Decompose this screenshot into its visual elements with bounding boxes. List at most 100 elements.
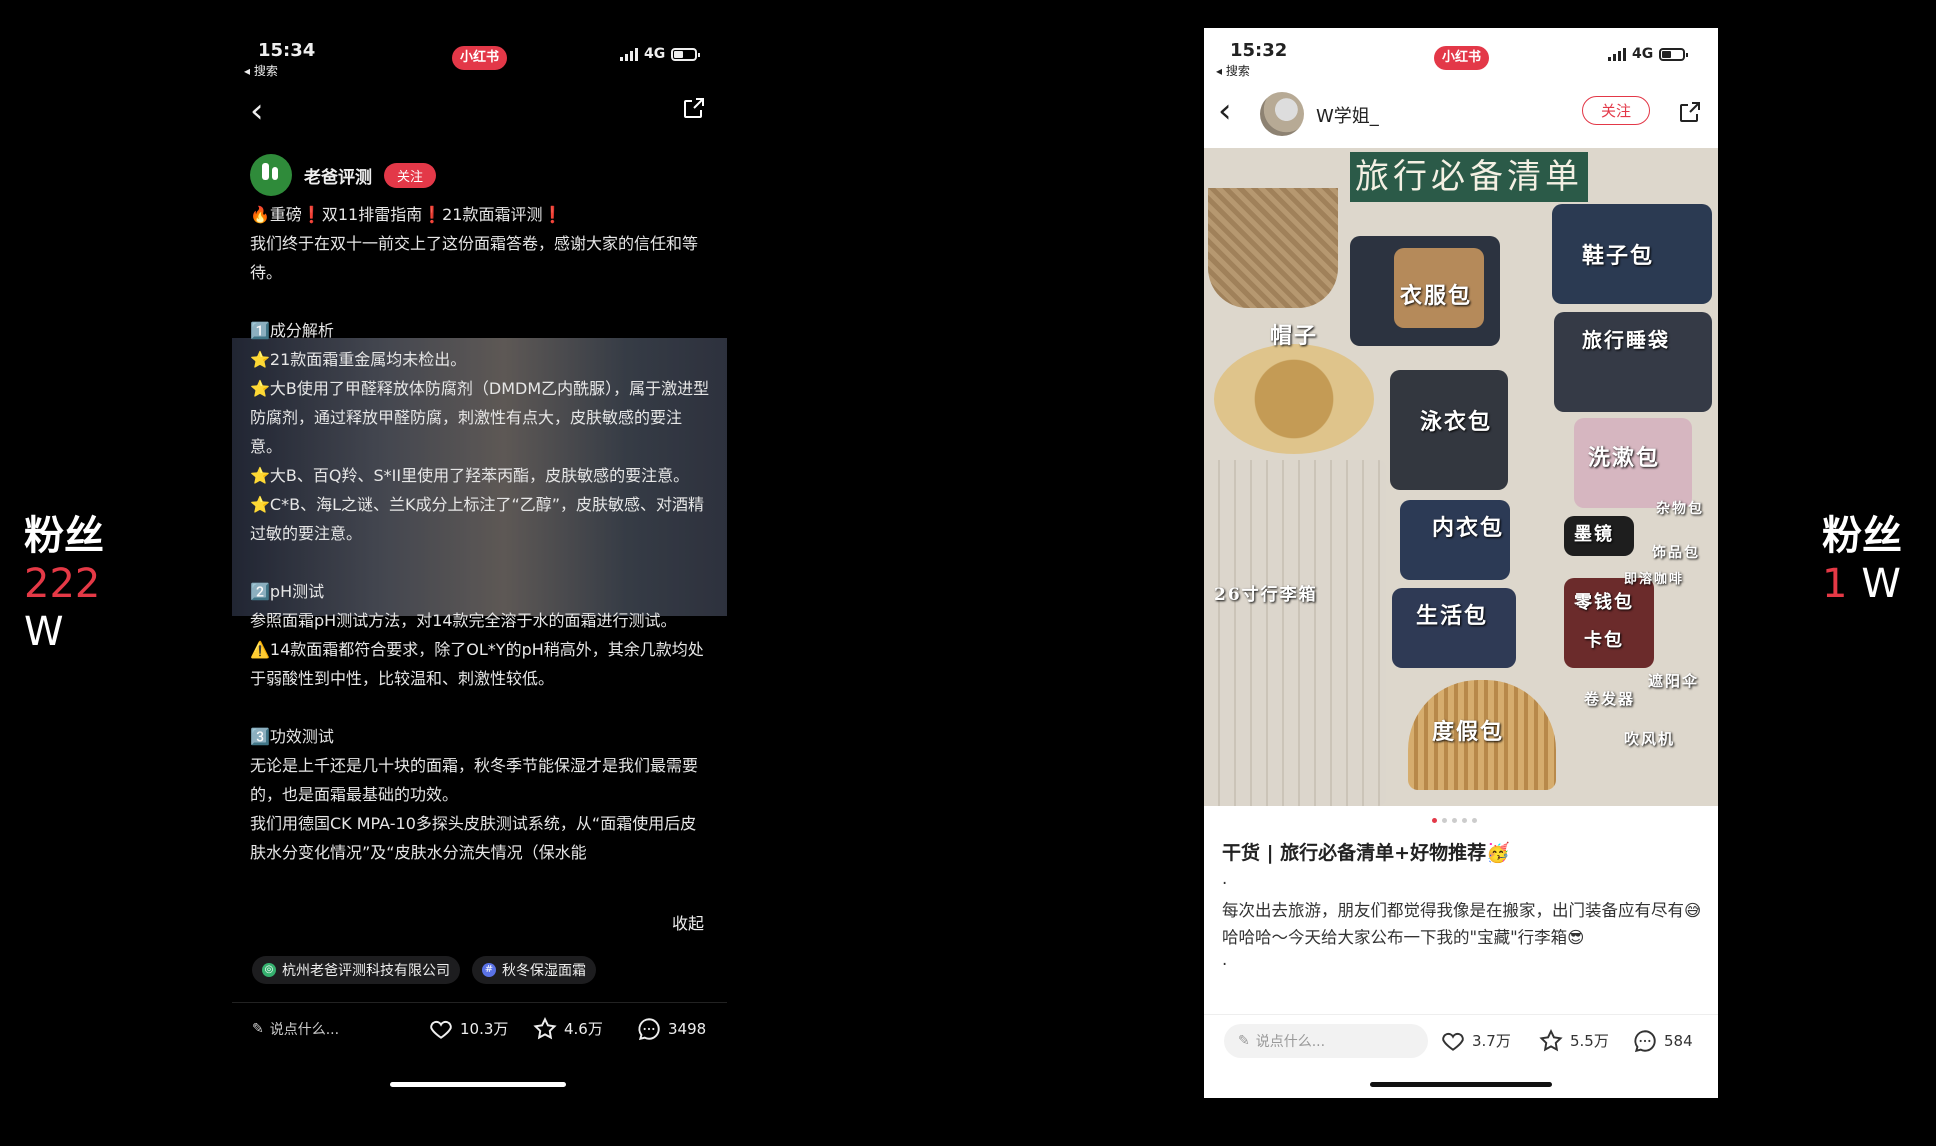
content-line: ⭐大B使用了甲醛释放体防腐剂（DMDM乙内酰脲），属于激进型防腐剂，通过释放甲醛… [250,379,710,456]
like-button[interactable]: 10.3万 [428,1016,508,1042]
tag-label: 杭州老爸评测科技有限公司 [282,963,450,979]
fans-unit: W [24,609,64,655]
carousel-dot [1442,818,1447,823]
cover-label: 洗漱包 [1588,445,1661,471]
follow-button[interactable]: 关注 [1582,96,1651,125]
collect-button[interactable]: 4.6万 [532,1016,603,1042]
author-name[interactable]: 老爸评测 [304,163,372,188]
right-fans-caption: 粉丝 1 W [1822,512,1902,608]
cover-label: 零钱包 [1574,592,1634,613]
pencil-icon: ✎ [252,1020,264,1037]
cover-title: 旅行必备清单 [1350,152,1588,202]
network-status: 4G [1608,46,1689,62]
comment-count: 584 [1664,1031,1693,1050]
status-time: 15:34 [258,40,316,61]
follow-button[interactable]: 关注 [384,162,437,188]
content-line: 3️⃣功效测试 [250,727,334,746]
avatar[interactable] [250,154,292,196]
content-line: 🔥重磅❗双11排雷指南❗21款面霜评测❗ [250,205,563,224]
content-line: ⭐21款面霜重金属均未检出。 [250,350,467,369]
fans-number: 222 [24,561,101,607]
comment-input[interactable]: ✎ 说点什么... [1224,1023,1428,1058]
cover-label: 墨镜 [1574,524,1614,545]
author-row: 老爸评测 关注 [250,154,437,196]
network-type: 4G [644,46,666,62]
content-line: 1️⃣成分解析 [250,321,334,340]
comment-bubble-icon [638,1017,660,1040]
back-to-search-link[interactable]: ◂ 搜索 [244,62,278,79]
content-line: 我们用德国CK MPA-10多探头皮肤测试系统，从“面霜使用后皮肤水分变化情况”… [250,814,697,862]
body-line: · [1222,874,1228,893]
content-clip-overlay [232,908,727,922]
body-line: 哈哈哈～今天给大家公布一下我的"宝藏"行李箱😎 [1222,928,1585,947]
status-time: 15:32 [1230,40,1288,61]
comment-count: 3498 [668,1019,707,1038]
cover-label: 26寸行李箱 [1214,585,1318,605]
hashtag-icon: # [482,963,496,977]
fans-unit: W [1861,561,1901,607]
like-button[interactable]: 3.7万 [1440,1028,1511,1054]
tag-label: 秋冬保湿面霜 [502,963,586,979]
carousel-dot [1452,818,1457,823]
cover-label: 吹风机 [1624,730,1676,748]
like-count: 10.3万 [460,1020,509,1038]
cover-label: 杂物包 [1656,501,1704,517]
straw-hat-illustration [1214,344,1374,454]
app-badge: 小红书 [1434,46,1490,70]
cover-label: 卷发器 [1584,690,1636,708]
carousel-indicator [1432,818,1477,823]
author-name[interactable]: W学姐_ [1316,102,1379,128]
content-line: 无论是上千还是几十块的面霜，秋冬季节能保湿才是我们最需要的，也是面霜最基础的功效… [250,756,699,804]
home-indicator [1370,1082,1552,1087]
fans-value: 1 W [1822,560,1902,608]
body-line: · [1222,955,1228,974]
back-chevron-icon[interactable]: ‹ [250,94,264,128]
cover-label: 鞋子包 [1582,243,1655,269]
tag-list: ◎ 杭州老爸评测科技有限公司 # 秋冬保湿面霜 [252,956,596,984]
location-icon: ◎ [262,963,276,977]
signal-icon [1608,47,1626,61]
cover-image[interactable]: 旅行必备清单 帽子 衣服包 鞋子包 旅行睡袋 泳衣包 洗漱包 内衣包 墨镜 杂物… [1204,148,1718,806]
back-chevron-icon[interactable]: ‹ [1218,94,1232,128]
comment-button[interactable]: 3498 [636,1016,706,1042]
home-indicator [390,1082,566,1087]
cover-label: 遮阳伞 [1648,672,1700,690]
content-line: ⚠️14款面霜都符合要求，除了OL*Y的pH稍高外，其余几款均处于弱酸性到中性，… [250,640,704,688]
post-body: · 每次出去旅游，朋友们都觉得我像是在搬家，出门装备应有尽有😅 哈哈哈～今天给大… [1222,870,1706,978]
star-icon [533,1016,557,1039]
collapse-link[interactable]: 收起 [672,910,704,934]
status-bar: 15:32 ◂ 搜索 小红书 4G [1204,38,1718,78]
body-line: 每次出去旅游，朋友们都觉得我像是在搬家，出门装备应有尽有😅 [1222,901,1702,920]
share-icon[interactable] [682,96,706,120]
collect-count: 5.5万 [1570,1032,1609,1050]
left-phone-screen: 15:34 ◂ 搜索 小红书 4G ‹ 老爸评测 关注 🔥重磅❗双11排雷指南❗… [232,28,727,1098]
network-status: 4G [620,46,701,62]
back-to-search-link[interactable]: ◂ 搜索 [1216,62,1250,79]
fans-title: 粉丝 [24,513,104,559]
heart-icon [1442,1032,1464,1051]
fans-title: 粉丝 [1822,513,1902,559]
comment-button[interactable]: 584 [1632,1028,1693,1054]
comment-input[interactable]: ✎ 说点什么... [252,1019,339,1039]
battery-icon [671,47,701,61]
network-type: 4G [1632,46,1654,62]
carousel-dot [1472,818,1477,823]
tag-location[interactable]: ◎ 杭州老爸评测科技有限公司 [252,956,460,984]
share-icon[interactable] [1678,100,1702,124]
pencil-icon: ✎ [1238,1032,1250,1049]
avatar[interactable] [1260,92,1304,136]
content-line: ⭐C*B、海L之谜、兰K成分上标注了“乙醇”，皮肤敏感、对酒精过敏的要注意。 [250,495,705,543]
cover-label: 度假包 [1432,719,1505,745]
suitcase-illustration [1204,460,1386,806]
status-bar: 15:34 ◂ 搜索 小红书 4G [232,38,727,78]
app-badge: 小红书 [452,46,508,70]
straw-bag-illustration [1208,188,1338,308]
post-content: 🔥重磅❗双11排雷指南❗21款面霜评测❗ 我们终于在双十一前交上了这份面霜答卷，… [250,200,712,867]
cover-label: 卡包 [1584,630,1624,651]
collect-button[interactable]: 5.5万 [1538,1028,1609,1054]
left-fans-caption: 粉丝 222 W [24,512,104,656]
tag-topic[interactable]: # 秋冬保湿面霜 [472,956,596,984]
